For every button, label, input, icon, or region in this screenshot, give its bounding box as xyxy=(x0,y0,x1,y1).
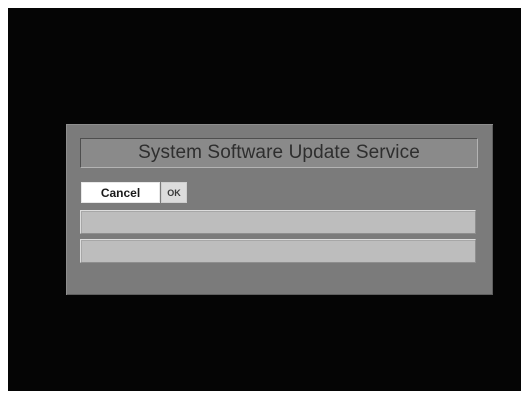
cancel-button[interactable]: Cancel xyxy=(81,182,160,203)
ok-button[interactable]: OK xyxy=(161,182,187,203)
dialog-title-bar: System Software Update Service xyxy=(80,138,478,168)
status-field-2 xyxy=(80,239,476,263)
update-dialog: System Software Update Service Cancel OK xyxy=(66,124,493,295)
dialog-title: System Software Update Service xyxy=(138,142,420,163)
screen: System Software Update Service Cancel OK xyxy=(8,8,521,391)
button-row: Cancel OK xyxy=(81,182,187,203)
status-field-1 xyxy=(80,210,476,234)
